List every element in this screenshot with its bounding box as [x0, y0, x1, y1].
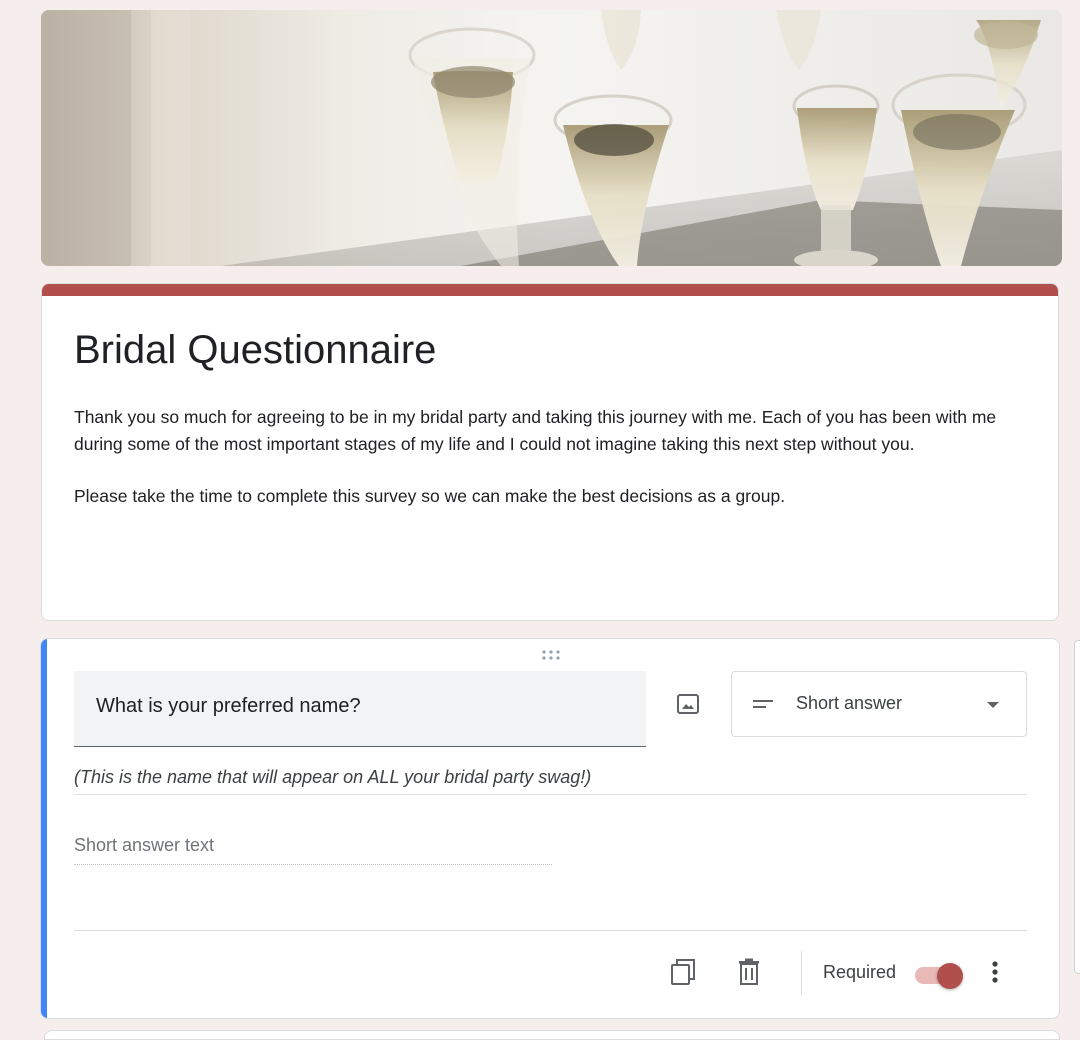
image-icon	[677, 694, 699, 714]
more-vert-icon[interactable]	[983, 957, 1007, 987]
active-indicator	[41, 639, 47, 1018]
drag-handle-icon[interactable]	[541, 649, 565, 663]
form-description[interactable]: Thank you so much for agreeing to be in …	[74, 404, 1034, 536]
form-description-paragraph: Thank you so much for agreeing to be in …	[74, 407, 997, 454]
footer-separator	[801, 951, 802, 995]
question-card[interactable]: What is your preferred name? Short answe…	[40, 638, 1060, 1019]
copy-icon[interactable]	[669, 957, 699, 987]
question-type-dropdown[interactable]: Short answer	[731, 671, 1027, 737]
question-description[interactable]: (This is the name that will appear on AL…	[74, 767, 1027, 795]
short-answer-placeholder: Short answer text	[74, 835, 552, 865]
toggle-thumb	[937, 963, 963, 989]
question-title: What is your preferred name?	[96, 695, 361, 717]
form-description-paragraph: Please take the time to complete this su…	[74, 486, 786, 506]
dropdown-arrow-icon	[987, 702, 999, 708]
add-image-button[interactable]	[673, 689, 703, 719]
question-type-label: Short answer	[796, 693, 903, 713]
floating-toolbar-edge[interactable]	[1074, 640, 1080, 974]
title-accent-bar	[42, 284, 1058, 296]
champagne-glasses-banner	[41, 10, 1062, 266]
footer-divider	[74, 930, 1027, 931]
required-toggle[interactable]	[915, 963, 965, 989]
header-image	[41, 10, 1062, 266]
trash-icon[interactable]	[734, 957, 764, 987]
form-title[interactable]: Bridal Questionnaire	[74, 328, 436, 373]
short-answer-icon	[753, 700, 773, 708]
next-question-card[interactable]	[44, 1030, 1060, 1040]
form-title-card[interactable]: Bridal Questionnaire Thank you so much f…	[41, 283, 1059, 621]
required-label: Required	[823, 962, 897, 982]
question-title-field[interactable]: What is your preferred name?	[74, 671, 646, 747]
